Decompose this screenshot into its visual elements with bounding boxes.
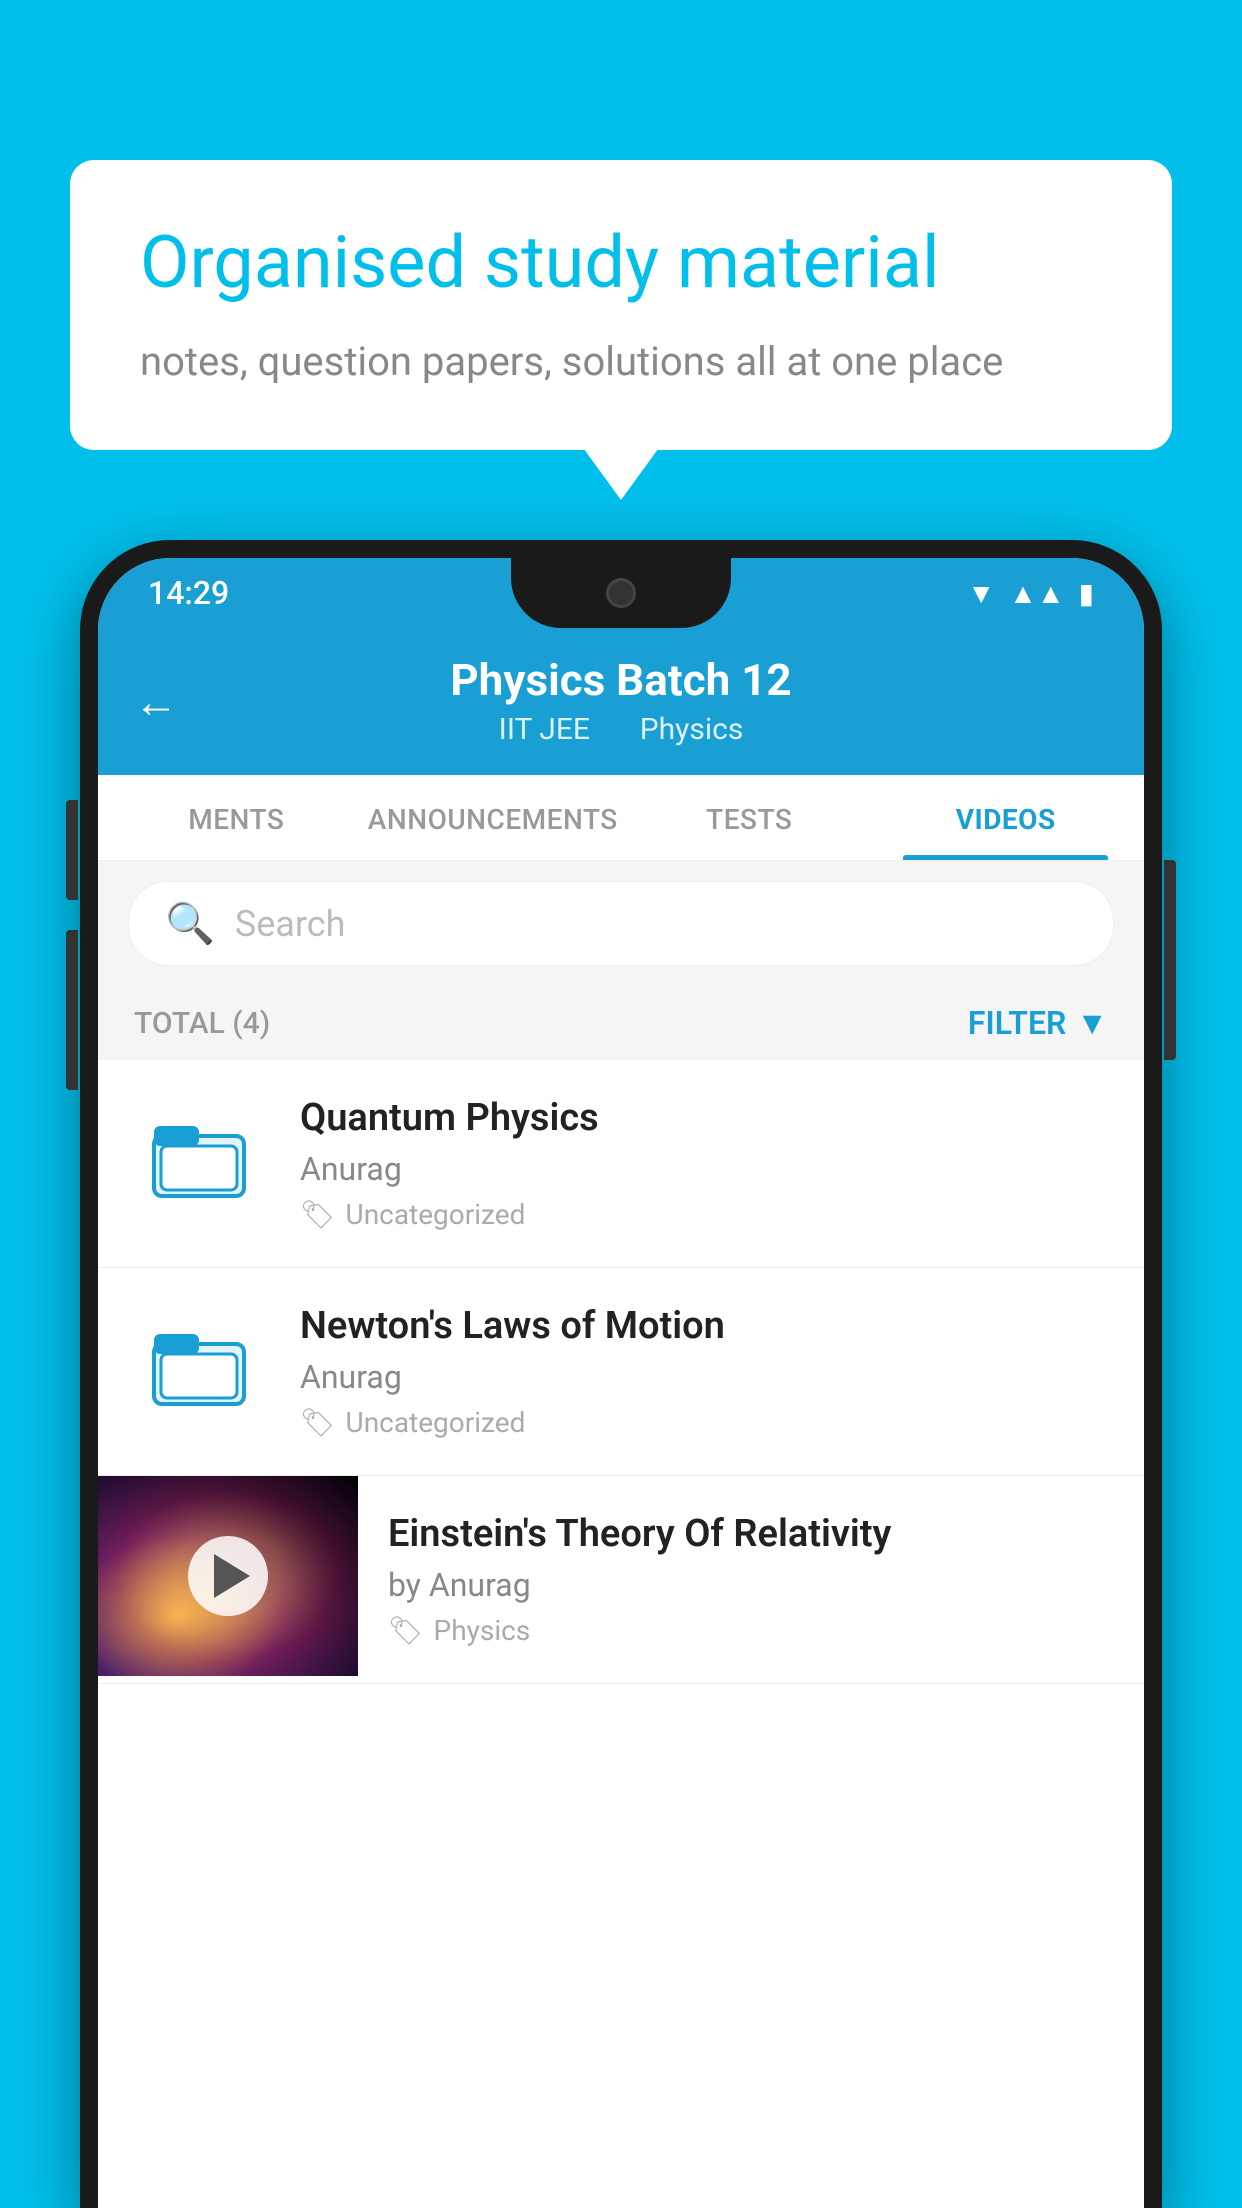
- bubble-title: Organised study material: [140, 220, 1102, 306]
- video-thumb-2: [134, 1307, 264, 1437]
- video-title-3: Einstein's Theory Of Relativity: [388, 1512, 1114, 1556]
- filter-icon: ▼: [1076, 1004, 1108, 1042]
- list-item[interactable]: Einstein's Theory Of Relativity by Anura…: [98, 1476, 1144, 1684]
- tab-ments[interactable]: MENTS: [108, 775, 365, 860]
- search-bar-wrapper: 🔍 Search: [98, 861, 1144, 986]
- play-triangle-icon: [214, 1554, 250, 1598]
- side-btn-volume-up: [66, 800, 78, 900]
- video-thumbnail-3: [98, 1476, 358, 1676]
- status-icons: ▼ ▲▲ ▮: [967, 577, 1094, 610]
- subtitle-iit: IIT JEE: [499, 712, 590, 747]
- list-item[interactable]: Newton's Laws of Motion Anurag 🏷 Uncateg…: [98, 1268, 1144, 1476]
- header-title: Physics Batch 12: [138, 654, 1104, 706]
- search-bar[interactable]: 🔍 Search: [128, 881, 1114, 966]
- video-info-2: Newton's Laws of Motion Anurag 🏷 Uncateg…: [300, 1304, 1108, 1439]
- tab-videos[interactable]: VIDEOS: [878, 775, 1135, 860]
- folder-icon: [149, 1106, 249, 1221]
- tag-label-2: Uncategorized: [346, 1406, 526, 1439]
- header-subtitle: IIT JEE Physics: [138, 712, 1104, 747]
- bubble-subtitle: notes, question papers, solutions all at…: [140, 334, 1102, 390]
- tag-icon-2: 🏷: [300, 1406, 336, 1439]
- filter-label: FILTER: [968, 1004, 1066, 1042]
- video-tag-2: 🏷 Uncategorized: [300, 1406, 1108, 1439]
- side-btn-power: [1164, 860, 1176, 1060]
- play-button[interactable]: [188, 1536, 268, 1616]
- video-author-3: by Anurag: [388, 1566, 1114, 1604]
- signal-icon: ▲▲: [1009, 577, 1064, 610]
- tag-icon-1: 🏷: [300, 1198, 336, 1231]
- tag-icon-3: 🏷: [388, 1614, 424, 1647]
- speech-bubble-wrapper: Organised study material notes, question…: [70, 160, 1172, 450]
- phone-frame: 14:29 ▼ ▲▲ ▮ ← Physics Batch 12 IIT JEE …: [80, 540, 1162, 2208]
- video-tag-3: 🏷 Physics: [388, 1614, 1114, 1647]
- video-author-2: Anurag: [300, 1358, 1108, 1396]
- tag-label-1: Uncategorized: [346, 1198, 526, 1231]
- speech-bubble: Organised study material notes, question…: [70, 160, 1172, 450]
- subtitle-physics: Physics: [640, 712, 744, 747]
- video-list: Quantum Physics Anurag 🏷 Uncategorized: [98, 1060, 1144, 1684]
- back-button[interactable]: ←: [134, 676, 178, 728]
- video-title-1: Quantum Physics: [300, 1096, 1108, 1140]
- list-item[interactable]: Quantum Physics Anurag 🏷 Uncategorized: [98, 1060, 1144, 1268]
- filter-button[interactable]: FILTER ▼: [968, 1004, 1108, 1042]
- app-header: ← Physics Batch 12 IIT JEE Physics: [98, 628, 1144, 775]
- filter-row: TOTAL (4) FILTER ▼: [98, 986, 1144, 1060]
- tab-bar: MENTS ANNOUNCEMENTS TESTS VIDEOS: [98, 775, 1144, 861]
- battery-icon: ▮: [1079, 577, 1094, 610]
- search-placeholder: Search: [235, 903, 346, 945]
- search-icon: 🔍: [165, 900, 215, 947]
- video-tag-1: 🏷 Uncategorized: [300, 1198, 1108, 1231]
- front-camera: [606, 578, 636, 608]
- wifi-icon: ▼: [967, 577, 995, 610]
- tab-announcements[interactable]: ANNOUNCEMENTS: [365, 775, 622, 860]
- video-info-3: Einstein's Theory Of Relativity by Anura…: [358, 1476, 1144, 1683]
- side-btn-volume-down: [66, 930, 78, 1090]
- status-time: 14:29: [148, 574, 229, 612]
- video-title-2: Newton's Laws of Motion: [300, 1304, 1108, 1348]
- tab-tests[interactable]: TESTS: [621, 775, 878, 860]
- video-info-1: Quantum Physics Anurag 🏷 Uncategorized: [300, 1096, 1108, 1231]
- total-label: TOTAL (4): [134, 1006, 270, 1041]
- phone-notch: [511, 558, 731, 628]
- video-author-1: Anurag: [300, 1150, 1108, 1188]
- video-thumb-1: [134, 1099, 264, 1229]
- tag-label-3: Physics: [434, 1614, 531, 1647]
- folder-icon: [149, 1314, 249, 1429]
- phone-screen: 14:29 ▼ ▲▲ ▮ ← Physics Batch 12 IIT JEE …: [98, 558, 1144, 2208]
